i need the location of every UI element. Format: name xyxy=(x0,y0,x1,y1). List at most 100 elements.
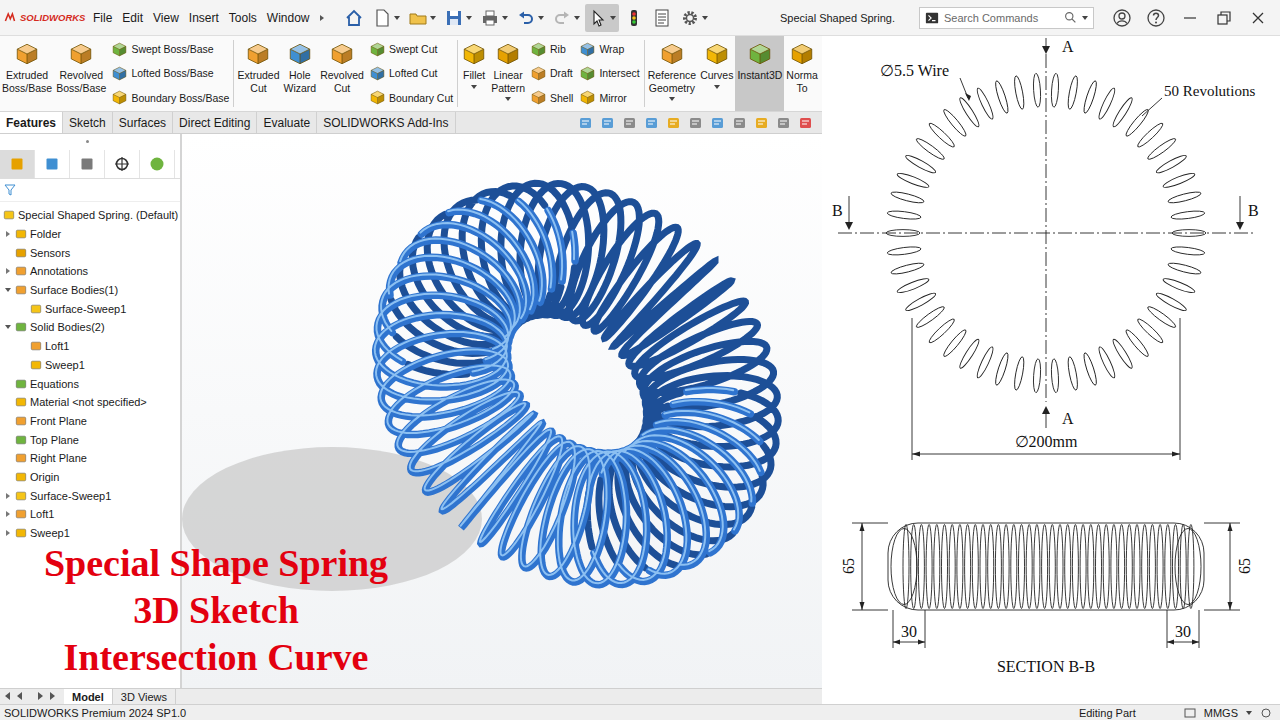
pin-icon[interactable] xyxy=(317,13,327,23)
quick-access-button[interactable] xyxy=(677,4,711,32)
expander[interactable] xyxy=(18,360,27,370)
tree-item[interactable]: Solid Bodies(2) xyxy=(0,318,180,337)
tree-item[interactable]: Surface-Sweep1 xyxy=(0,486,180,505)
tree-item[interactable]: Sweep1 xyxy=(0,356,180,375)
ribbon-small-button[interactable]: Lofted Boss/Base xyxy=(111,62,229,85)
ribbon-button[interactable]: RevolvedBoss/Base xyxy=(54,36,108,111)
customize-icon[interactable] xyxy=(1260,707,1272,719)
model-tab[interactable]: 3D Views xyxy=(113,689,176,704)
tree-item[interactable]: Origin xyxy=(0,468,180,487)
quick-access-button[interactable] xyxy=(369,4,403,32)
command-tab[interactable]: Direct Editing xyxy=(173,112,257,133)
tree-item[interactable]: Surface-Sweep1 xyxy=(0,299,180,318)
panel-tab[interactable] xyxy=(70,150,105,178)
view-tool-icon[interactable] xyxy=(732,115,748,131)
command-tab[interactable]: Evaluate xyxy=(257,112,317,133)
expander[interactable] xyxy=(18,304,27,314)
ribbon-button[interactable]: LinearPattern xyxy=(489,36,527,111)
menu-item[interactable]: File xyxy=(88,11,117,25)
quick-access-button[interactable] xyxy=(441,4,475,32)
tree-item[interactable]: Sweep1 xyxy=(0,524,180,543)
menu-item[interactable]: Edit xyxy=(117,11,148,25)
command-tab[interactable]: Sketch xyxy=(63,112,113,133)
expander[interactable] xyxy=(3,491,12,501)
tree-item[interactable]: Folder xyxy=(0,225,180,244)
expander[interactable] xyxy=(3,528,12,538)
unit-system[interactable]: MMGS xyxy=(1204,707,1238,719)
view-tool-icon[interactable] xyxy=(710,115,726,131)
command-tab[interactable]: Features xyxy=(0,112,63,133)
graphics-area[interactable] xyxy=(182,134,822,688)
ribbon-button[interactable]: ExtrudedBoss/Base xyxy=(0,36,54,111)
panel-tab[interactable] xyxy=(105,150,140,178)
expander[interactable] xyxy=(3,472,12,482)
expander[interactable] xyxy=(3,397,12,407)
tree-item[interactable]: Top Plane xyxy=(0,430,180,449)
splitter-handle[interactable] xyxy=(86,140,89,143)
ribbon-button[interactable]: ReferenceGeometry xyxy=(646,36,698,111)
model-tab[interactable]: Model xyxy=(64,689,113,704)
quick-access-button[interactable] xyxy=(477,4,511,32)
menu-item[interactable]: View xyxy=(148,11,184,25)
ribbon-button[interactable]: ExtrudedCut xyxy=(235,36,281,111)
magnifier-icon[interactable] xyxy=(1064,11,1077,24)
command-tab[interactable]: Surfaces xyxy=(113,112,173,133)
ribbon-small-button[interactable]: Draft xyxy=(530,62,573,85)
dropdown-caret[interactable] xyxy=(1082,16,1088,20)
view-tool-icon[interactable] xyxy=(776,115,792,131)
rebuild-icon[interactable] xyxy=(1184,707,1196,719)
ribbon-small-button[interactable]: Mirror xyxy=(579,86,639,109)
quick-access-button[interactable] xyxy=(549,4,583,32)
tree-item[interactable]: Equations xyxy=(0,374,180,393)
expander[interactable] xyxy=(3,453,12,463)
ribbon-small-button[interactable]: Swept Boss/Base xyxy=(111,38,229,61)
search-box[interactable]: Search Commands xyxy=(919,7,1094,29)
ribbon-small-button[interactable]: Wrap xyxy=(579,38,639,61)
tree-item[interactable]: Surface Bodies(1) xyxy=(0,281,180,300)
view-tool-icon[interactable] xyxy=(622,115,638,131)
ribbon-button[interactable]: Curves xyxy=(698,36,735,111)
view-tool-icon[interactable] xyxy=(688,115,704,131)
tree-filter[interactable] xyxy=(0,179,180,202)
menu-item[interactable]: Window xyxy=(262,11,315,25)
panel-tab[interactable] xyxy=(0,150,35,178)
ribbon-small-button[interactable]: Boundary Boss/Base xyxy=(111,86,229,109)
tree-item[interactable]: Special Shaped Spring. (Default) xyxy=(0,206,180,225)
tree-item[interactable]: Right Plane xyxy=(0,449,180,468)
ribbon-small-button[interactable]: Intersect xyxy=(579,62,639,85)
ribbon-button[interactable]: HoleWizard xyxy=(282,36,319,111)
view-tool-icon[interactable] xyxy=(578,115,594,131)
quick-access-button[interactable] xyxy=(513,4,547,32)
expander[interactable] xyxy=(3,266,12,276)
quick-access-button[interactable] xyxy=(341,4,367,32)
ribbon-small-button[interactable]: Swept Cut xyxy=(369,38,453,61)
ribbon-button[interactable]: Fillet xyxy=(459,36,489,111)
view-tool-icon[interactable] xyxy=(798,115,814,131)
spring-model[interactable] xyxy=(182,134,822,688)
expander[interactable] xyxy=(18,341,27,351)
quick-access-button[interactable] xyxy=(585,4,619,32)
restore-icon[interactable] xyxy=(1214,8,1234,28)
expander[interactable] xyxy=(3,509,12,519)
help-icon[interactable] xyxy=(1146,8,1166,28)
filter-icon[interactable] xyxy=(4,184,16,196)
expander[interactable] xyxy=(3,229,12,239)
quick-access-button[interactable] xyxy=(621,4,647,32)
view-tool-icon[interactable] xyxy=(754,115,770,131)
expander[interactable] xyxy=(3,379,12,389)
ribbon-button[interactable]: RevolvedCut xyxy=(318,36,366,111)
tree-item[interactable]: Loft1 xyxy=(0,337,180,356)
panel-tab[interactable] xyxy=(140,150,175,178)
command-tab[interactable]: SOLIDWORKS Add-Ins xyxy=(317,112,455,133)
panel-tab[interactable] xyxy=(35,150,70,178)
expander[interactable] xyxy=(3,285,12,295)
view-tool-icon[interactable] xyxy=(666,115,682,131)
tree-item[interactable]: Annotations xyxy=(0,262,180,281)
ribbon-small-button[interactable]: Boundary Cut xyxy=(369,86,453,109)
expander[interactable] xyxy=(3,248,12,258)
ribbon-small-button[interactable]: Shell xyxy=(530,86,573,109)
minimize-icon[interactable] xyxy=(1180,8,1200,28)
tree-item[interactable]: Sensors xyxy=(0,243,180,262)
tree-item[interactable]: Loft1 xyxy=(0,505,180,524)
tab-scroll-icon[interactable] xyxy=(2,690,58,702)
